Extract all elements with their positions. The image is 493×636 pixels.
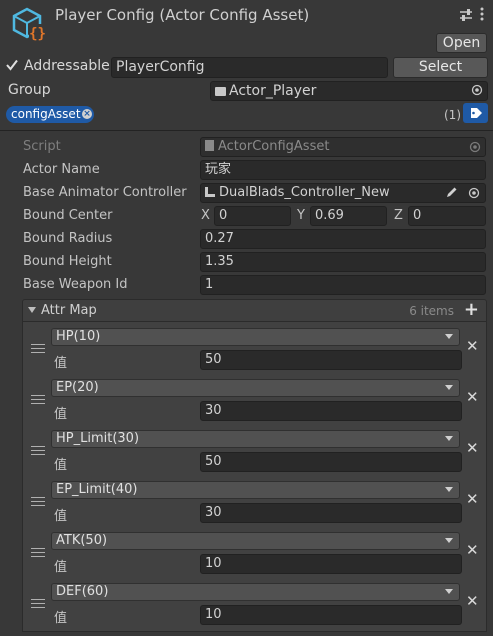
header-divider xyxy=(0,130,493,131)
attr-value-label: 值 xyxy=(54,356,68,371)
open-button[interactable]: Open xyxy=(436,33,487,53)
attr-value-field[interactable]: 50 xyxy=(200,452,462,472)
bound-center-z-field[interactable]: 0 xyxy=(408,206,486,226)
group-label: Group xyxy=(8,82,51,98)
attr-key-dropdown[interactable]: DEF(60) xyxy=(51,583,460,601)
attr-map-header[interactable]: Attr Map 6 items + xyxy=(22,299,487,322)
weapon-id-label: Base Weapon Id xyxy=(23,277,128,292)
attr-value-field[interactable]: 10 xyxy=(200,605,462,625)
bound-center-y-field[interactable]: 0.69 xyxy=(310,206,387,226)
drag-handle-icon[interactable] xyxy=(31,548,45,560)
group-value: Actor_Player xyxy=(229,83,317,99)
address-field[interactable]: PlayerConfig xyxy=(111,57,388,78)
svg-text:{}: {} xyxy=(29,26,46,42)
attr-key-value: HP(10) xyxy=(56,329,101,344)
drag-handle-icon[interactable] xyxy=(31,446,45,458)
remove-tag-icon[interactable]: × xyxy=(82,109,92,119)
script-picker-icon xyxy=(469,141,481,153)
script-value: ActorConfigAsset xyxy=(218,139,330,154)
attr-value-label: 值 xyxy=(54,611,68,626)
edit-pencil-icon[interactable] xyxy=(445,186,458,199)
chevron-down-icon xyxy=(445,385,453,390)
bound-height-label: Bound Height xyxy=(23,254,112,269)
bound-center-label: Bound Center xyxy=(23,208,113,223)
attr-value-label: 值 xyxy=(54,560,68,575)
script-label: Script xyxy=(23,139,61,154)
inspector-title: Player Config (Actor Config Asset) xyxy=(55,6,310,24)
drag-handle-icon[interactable] xyxy=(31,497,45,509)
actor-name-label: Actor Name xyxy=(23,162,100,177)
select-button[interactable]: Select xyxy=(393,57,488,78)
chevron-down-icon xyxy=(445,487,453,492)
attr-value-field[interactable]: 30 xyxy=(200,401,462,421)
attr-key-value: HP_Limit(30) xyxy=(56,431,140,446)
attr-key-value: EP_Limit(40) xyxy=(56,482,138,497)
attr-map-body: HP(10) 值 50 ✕ EP(20) 值 30 ✕ HP_Limit(30)… xyxy=(22,322,487,632)
x-label: X xyxy=(201,208,210,223)
addressable-label: Addressable xyxy=(24,58,110,74)
animator-picker-icon[interactable] xyxy=(468,187,480,199)
collapse-arrow-icon[interactable] xyxy=(28,307,36,313)
attr-map-title: Attr Map xyxy=(41,303,97,318)
remove-item-icon[interactable]: ✕ xyxy=(466,439,479,457)
attr-key-dropdown[interactable]: EP(20) xyxy=(51,379,460,397)
attr-value-field[interactable]: 10 xyxy=(200,554,462,574)
script-field: ActorConfigAsset xyxy=(200,137,486,157)
drag-handle-icon[interactable] xyxy=(31,344,45,356)
remove-item-icon[interactable]: ✕ xyxy=(466,490,479,508)
folder-icon xyxy=(215,87,226,96)
actor-name-field[interactable]: 玩家 xyxy=(200,160,486,180)
bound-center-x-field[interactable]: 0 xyxy=(214,206,291,226)
group-field[interactable]: Actor_Player xyxy=(210,81,488,101)
attr-value-label: 值 xyxy=(54,509,68,524)
label-count: (1) xyxy=(444,108,461,122)
attr-value-field[interactable]: 30 xyxy=(200,503,462,523)
chevron-down-icon xyxy=(445,334,453,339)
bound-radius-field[interactable]: 0.27 xyxy=(200,229,486,249)
animator-controller-icon xyxy=(205,187,215,197)
attr-value-field[interactable]: 50 xyxy=(200,350,462,370)
group-picker-icon[interactable] xyxy=(471,84,483,96)
label-tag[interactable]: configAsset × xyxy=(6,106,94,123)
y-label: Y xyxy=(297,208,305,223)
drag-handle-icon[interactable] xyxy=(31,395,45,407)
asset-icon: {} xyxy=(10,6,48,44)
attr-key-dropdown[interactable]: ATK(50) xyxy=(51,532,460,550)
animator-field[interactable]: DualBlads_Controller_New xyxy=(200,183,486,203)
attr-value-label: 值 xyxy=(54,407,68,422)
settings-sliders-icon[interactable] xyxy=(459,8,473,22)
chevron-down-icon xyxy=(445,538,453,543)
remove-item-icon[interactable]: ✕ xyxy=(466,337,479,355)
chevron-down-icon xyxy=(445,589,453,594)
z-label: Z xyxy=(394,208,403,223)
animator-value: DualBlads_Controller_New xyxy=(219,185,390,200)
drag-handle-icon[interactable] xyxy=(31,599,45,611)
attr-key-dropdown[interactable]: HP_Limit(30) xyxy=(51,430,460,448)
remove-item-icon[interactable]: ✕ xyxy=(466,388,479,406)
weapon-id-field[interactable]: 1 xyxy=(200,275,486,295)
attr-key-value: ATK(50) xyxy=(56,533,108,548)
attr-key-value: EP(20) xyxy=(56,380,99,395)
bound-height-field[interactable]: 1.35 xyxy=(200,252,486,272)
addressable-checkbox[interactable] xyxy=(5,58,19,72)
attr-key-value: DEF(60) xyxy=(56,584,109,599)
attr-key-dropdown[interactable]: EP_Limit(40) xyxy=(51,481,460,499)
remove-item-icon[interactable]: ✕ xyxy=(466,541,479,559)
label-tag-text: configAsset xyxy=(11,107,81,121)
animator-label: Base Animator Controller xyxy=(23,185,187,200)
script-icon xyxy=(205,140,214,151)
attr-value-label: 值 xyxy=(54,458,68,473)
add-item-icon[interactable]: + xyxy=(464,301,479,319)
remove-item-icon[interactable]: ✕ xyxy=(466,592,479,610)
attr-map-count: 6 items xyxy=(409,304,454,318)
label-tag-icon[interactable] xyxy=(463,103,488,123)
attr-key-dropdown[interactable]: HP(10) xyxy=(51,328,460,346)
bound-radius-label: Bound Radius xyxy=(23,231,113,246)
chevron-down-icon xyxy=(445,436,453,441)
more-options-icon[interactable] xyxy=(479,6,485,22)
